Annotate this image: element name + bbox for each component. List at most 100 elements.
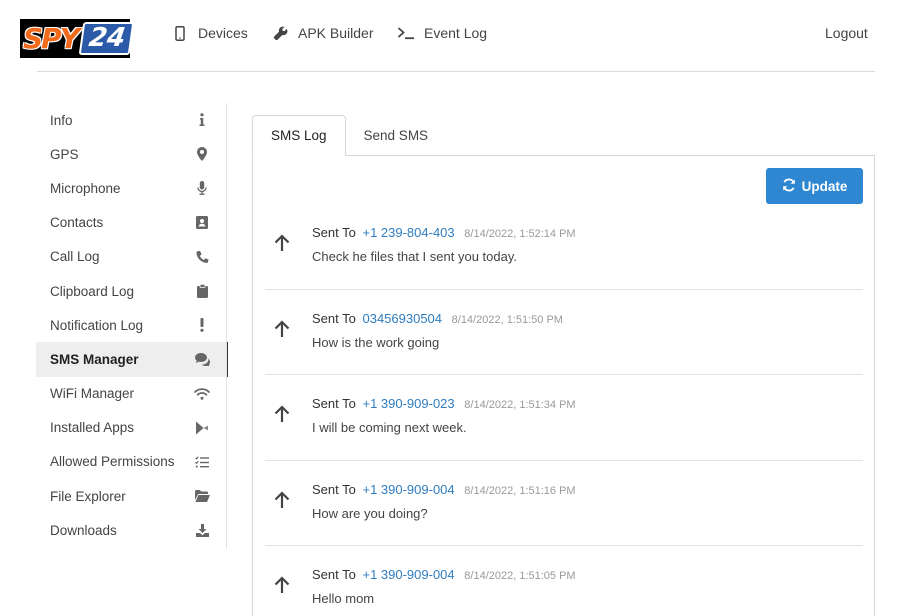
sidebar-item-call-log[interactable]: Call Log [36, 240, 228, 274]
message-text: Hello mom [312, 591, 375, 607]
list-item: Sent To +1 239-804-403 8/14/2022, 1:52:1… [265, 204, 863, 290]
sidebar-item-wifi-manager[interactable]: WiFi Manager [36, 377, 228, 411]
info-icon [194, 112, 210, 128]
message-header: Sent To +1 390-909-023 8/14/2022, 1:51:3… [312, 396, 576, 411]
sent-to-label: Sent To [312, 567, 356, 583]
sent-to-label: Sent To [312, 310, 356, 326]
nav-apk-builder[interactable]: APK Builder [270, 22, 373, 44]
logout-link[interactable]: Logout [825, 22, 868, 44]
message-text: How are you doing? [312, 505, 428, 521]
exclamation-icon [194, 317, 210, 333]
sidebar-item-gps[interactable]: GPS [36, 137, 228, 171]
folder-open-icon [194, 488, 210, 504]
sidebar-item-contacts[interactable]: Contacts [36, 206, 228, 240]
message-header: Sent To +1 239-804-403 8/14/2022, 1:52:1… [312, 225, 576, 240]
tab-sms-log[interactable]: SMS Log [252, 115, 346, 156]
microphone-icon [194, 180, 210, 196]
nav-event-log[interactable]: Event Log [396, 22, 487, 44]
sidebar-item-notification-log[interactable]: Notification Log [36, 308, 228, 342]
list-item: Sent To 03456930504 8/14/2022, 1:51:50 P… [265, 290, 863, 376]
sms-message-list: Sent To +1 239-804-403 8/14/2022, 1:52:1… [265, 204, 863, 616]
sidebar-item-label: WiFi Manager [50, 386, 135, 402]
phone-number-link[interactable]: +1 390-909-023 [362, 396, 454, 411]
sidebar-item-label: Installed Apps [50, 420, 135, 436]
sidebar-item-downloads[interactable]: Downloads [36, 513, 228, 547]
clipboard-icon [194, 283, 210, 299]
phone-number-link[interactable]: +1 239-804-403 [362, 225, 454, 240]
sidebar-item-installed-apps[interactable]: Installed Apps [36, 411, 228, 445]
phone-icon [194, 249, 210, 265]
sidebar-item-label: SMS Manager [50, 351, 139, 367]
sidebar-item-allowed-permissions[interactable]: Allowed Permissions [36, 445, 228, 479]
wrench-icon [270, 24, 290, 42]
arrow-up-icon [273, 405, 291, 423]
sidebar-item-label: File Explorer [50, 488, 126, 504]
phone-number-link[interactable]: +1 390-909-004 [362, 567, 454, 582]
logo-text-spy: SPY [23, 21, 80, 55]
sidebar-item-microphone[interactable]: Microphone [36, 171, 228, 205]
sidebar-item-clipboard-log[interactable]: Clipboard Log [36, 274, 228, 308]
sidebar-item-label: Downloads [50, 522, 117, 538]
play-store-icon [194, 420, 210, 436]
tab-send-sms[interactable]: Send SMS [346, 115, 447, 156]
message-timestamp: 8/14/2022, 1:51:16 PM [464, 484, 576, 497]
chat-bubbles-icon [194, 351, 210, 367]
spy24-logo[interactable]: SPY 24 [20, 19, 135, 58]
message-header: Sent To 03456930504 8/14/2022, 1:51:50 P… [312, 311, 563, 326]
top-header: SPY 24 Devices APK Builder Event Log Log… [0, 0, 922, 72]
phone-number-link[interactable]: 03456930504 [362, 311, 442, 326]
nav-event-log-label: Event Log [424, 25, 488, 41]
message-text: Check he files that I sent you today. [312, 249, 517, 264]
sidebar-item-label: Microphone [50, 180, 121, 196]
nav-devices-label: Devices [198, 25, 248, 41]
sidebar-item-label: GPS [50, 146, 79, 162]
arrow-up-icon [273, 234, 291, 252]
sidebar-item-label: Call Log [50, 249, 100, 265]
wifi-icon [194, 386, 210, 402]
message-text: How is the work going [312, 334, 440, 350]
sidebar-item-label: Notification Log [50, 317, 144, 333]
message-timestamp: 8/14/2022, 1:51:50 PM [451, 313, 563, 326]
sent-to-label: Sent To [312, 481, 356, 497]
page: SPY 24 Devices APK Builder Event Log Log… [0, 0, 922, 616]
mobile-phone-icon [170, 24, 190, 42]
sidebar-divider [226, 103, 227, 549]
sidebar-item-label: Clipboard Log [50, 283, 135, 299]
message-timestamp: 8/14/2022, 1:51:34 PM [464, 399, 576, 412]
sms-log-panel: Update Sent To +1 239-804-403 8/14/2022,… [252, 155, 875, 616]
list-item: Sent To +1 390-909-004 8/14/2022, 1:51:0… [265, 546, 863, 616]
update-button-label: Update [801, 178, 848, 194]
sidebar-item-info[interactable]: Info [36, 103, 228, 137]
arrow-up-icon [273, 576, 291, 594]
download-icon [194, 522, 210, 538]
terminal-icon [396, 24, 416, 42]
sidebar-item-sms-manager[interactable]: SMS Manager [36, 342, 228, 377]
arrow-up-icon [273, 320, 291, 338]
logo-text-number: 24 [78, 22, 135, 55]
checklist-icon [194, 454, 210, 470]
message-text: I will be coming next week. [312, 420, 467, 436]
arrow-up-icon [273, 491, 291, 509]
sent-to-label: Sent To [312, 225, 356, 240]
message-header: Sent To +1 390-909-004 8/14/2022, 1:51:1… [312, 482, 576, 497]
map-pin-icon [194, 146, 210, 162]
sidebar-item-label: Allowed Permissions [50, 454, 175, 470]
contact-card-icon [194, 215, 210, 231]
list-item: Sent To +1 390-909-004 8/14/2022, 1:51:1… [265, 461, 863, 547]
nav-apk-builder-label: APK Builder [298, 25, 374, 41]
sidebar-item-label: Contacts [50, 215, 104, 231]
sidebar-item-file-explorer[interactable]: File Explorer [36, 479, 228, 513]
list-item: Sent To +1 390-909-023 8/14/2022, 1:51:3… [265, 375, 863, 461]
nav-devices[interactable]: Devices [170, 22, 248, 44]
sidebar-menu: Info GPS Microphone Contacts Call Log Cl… [36, 103, 228, 547]
update-button[interactable]: Update [766, 168, 863, 204]
refresh-icon [782, 178, 796, 195]
phone-number-link[interactable]: +1 390-909-004 [362, 482, 454, 497]
header-divider [37, 71, 875, 72]
sms-tabs: SMS Log Send SMS [252, 115, 446, 156]
sent-to-label: Sent To [312, 396, 356, 412]
message-timestamp: 8/14/2022, 1:51:05 PM [464, 570, 576, 583]
message-header: Sent To +1 390-909-004 8/14/2022, 1:51:0… [312, 567, 576, 582]
message-timestamp: 8/14/2022, 1:52:14 PM [464, 228, 576, 240]
sidebar-item-label: Info [50, 112, 73, 128]
